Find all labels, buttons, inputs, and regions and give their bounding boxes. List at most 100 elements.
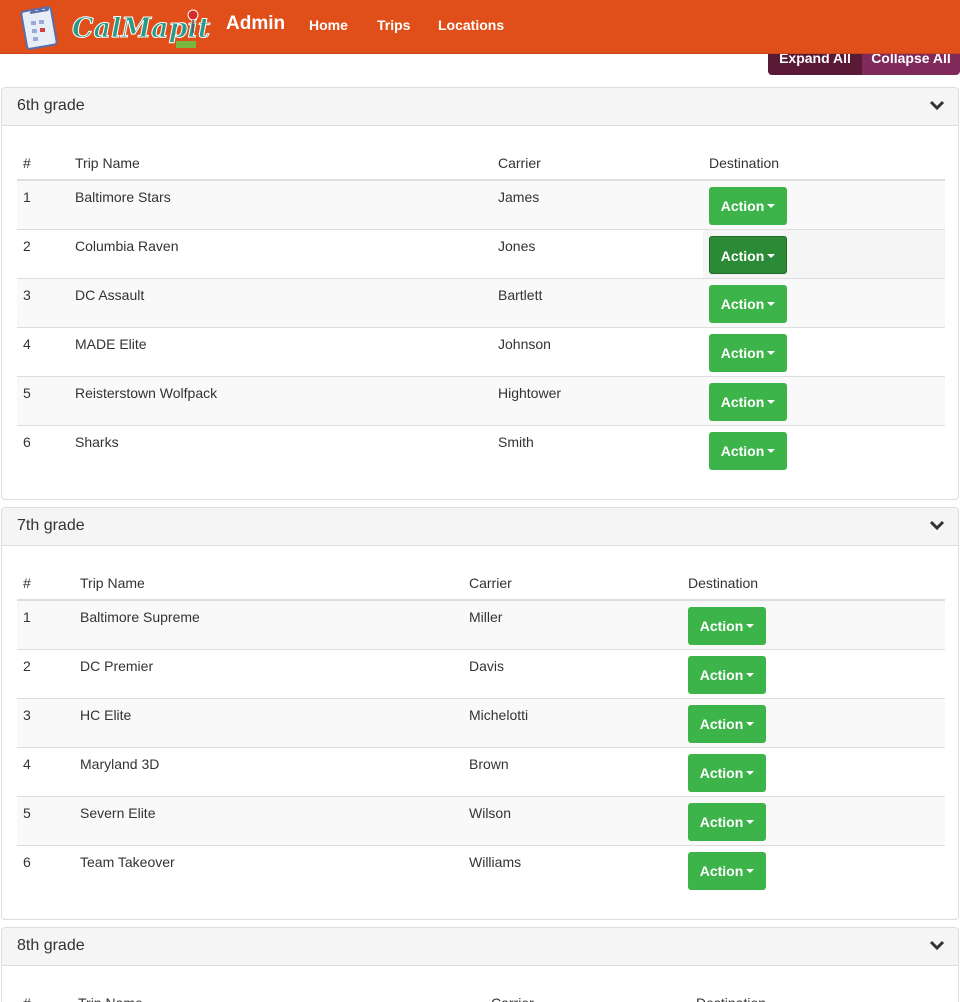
trip-name: Severn Elite xyxy=(74,795,463,845)
column-header-carrier: Carrier xyxy=(463,567,682,601)
table-row: 2 Columbia Raven Jones Action xyxy=(17,228,945,278)
chevron-down-icon[interactable] xyxy=(929,519,945,531)
action-button[interactable]: Action xyxy=(709,284,787,323)
grade-panel-6th: 6th grade # Trip Name Carrier Destinatio… xyxy=(1,87,959,500)
row-number: 1 xyxy=(17,599,74,649)
table-row: 6 Sharks Smith Action xyxy=(17,424,945,474)
caret-down-icon xyxy=(767,448,776,453)
row-number: 4 xyxy=(17,326,69,376)
brand-title[interactable]: Admin xyxy=(226,13,285,35)
carrier: Bartlett xyxy=(492,277,703,327)
destination-cell: Action xyxy=(703,277,945,327)
column-header-number: # xyxy=(17,567,74,601)
caret-down-icon xyxy=(767,253,776,258)
caret-down-icon xyxy=(767,204,776,209)
destination-cell: Action xyxy=(703,228,945,278)
column-header-number: # xyxy=(17,147,69,181)
calmapit-logo[interactable]: CalMapit xyxy=(18,3,218,51)
action-button[interactable]: Action xyxy=(709,187,787,225)
row-number: 6 xyxy=(17,844,74,894)
panel-heading[interactable]: 8th grade xyxy=(2,928,958,966)
trip-name: Columbia Raven xyxy=(69,228,492,278)
row-number: 3 xyxy=(17,697,74,747)
row-number: 6 xyxy=(17,424,69,474)
trip-name: Baltimore Supreme xyxy=(74,599,463,649)
destination-cell: Action xyxy=(682,697,945,747)
column-header-number: # xyxy=(17,987,72,1002)
nav-link-trips[interactable]: Trips xyxy=(377,17,410,33)
caret-down-icon xyxy=(746,770,755,775)
trip-name: Maryland 3D xyxy=(74,746,463,796)
destination-cell: Action xyxy=(703,375,945,425)
destination-cell: Action xyxy=(682,648,945,698)
action-button[interactable]: Action xyxy=(709,235,787,274)
panel-heading[interactable]: 6th grade xyxy=(2,88,958,126)
carrier: Davis xyxy=(463,648,682,698)
table-row: 3 HC Elite Michelotti Action xyxy=(17,697,945,747)
action-button[interactable]: Action xyxy=(688,753,766,792)
action-button[interactable]: Action xyxy=(688,851,766,890)
trips-table: # Trip Name Carrier Destination 1 Baltim… xyxy=(17,567,945,894)
column-header-trip-name: Trip Name xyxy=(72,987,485,1002)
caret-down-icon xyxy=(767,350,776,355)
action-button[interactable]: Action xyxy=(688,802,766,841)
table-row: 1 Baltimore Stars James Action xyxy=(17,179,945,229)
destination-cell: Action xyxy=(682,599,945,649)
trip-name: MADE Elite xyxy=(69,326,492,376)
chevron-down-icon[interactable] xyxy=(929,939,945,951)
trip-name: Sharks xyxy=(69,424,492,474)
table-row: 2 DC Premier Davis Action xyxy=(17,648,945,698)
column-header-trip-name: Trip Name xyxy=(74,567,463,601)
table-row: 4 MADE Elite Johnson Action xyxy=(17,326,945,376)
chevron-down-icon[interactable] xyxy=(929,99,945,111)
panel-title: 8th grade xyxy=(17,937,85,954)
trip-name: HC Elite xyxy=(74,697,463,747)
table-row: 4 Maryland 3D Brown Action xyxy=(17,746,945,796)
destination-cell: Action xyxy=(703,424,945,474)
trips-table: # Trip Name Carrier Destination xyxy=(17,987,945,1002)
destination-cell: Action xyxy=(682,844,945,894)
trip-name: Team Takeover xyxy=(74,844,463,894)
action-button[interactable]: Action xyxy=(688,607,766,645)
carrier: Michelotti xyxy=(463,697,682,747)
row-number: 4 xyxy=(17,746,74,796)
trip-name: DC Premier xyxy=(74,648,463,698)
row-number: 2 xyxy=(17,228,69,278)
navbar-overlap xyxy=(760,0,960,54)
destination-cell: Action xyxy=(703,179,945,229)
caret-down-icon xyxy=(767,301,776,306)
column-header-destination: Destination xyxy=(690,987,945,1002)
caret-down-icon xyxy=(746,624,755,629)
panel-title: 7th grade xyxy=(17,517,85,534)
nav-link-locations[interactable]: Locations xyxy=(438,17,504,33)
action-button[interactable]: Action xyxy=(688,704,766,743)
action-button[interactable]: Action xyxy=(709,333,787,372)
panel-title: 6th grade xyxy=(17,97,85,114)
trip-name: Baltimore Stars xyxy=(69,179,492,229)
destination-cell: Action xyxy=(703,326,945,376)
caret-down-icon xyxy=(746,868,755,873)
table-row: 5 Reisterstown Wolfpack Hightower Action xyxy=(17,375,945,425)
table-row: 6 Team Takeover Williams Action xyxy=(17,844,945,894)
grade-panel-8th: 8th grade # Trip Name Carrier Destinatio… xyxy=(1,927,959,1002)
action-button[interactable]: Action xyxy=(709,382,787,421)
caret-down-icon xyxy=(746,819,755,824)
table-row: 1 Baltimore Supreme Miller Action xyxy=(17,599,945,649)
row-number: 5 xyxy=(17,795,74,845)
column-header-trip-name: Trip Name xyxy=(69,147,492,181)
row-number: 5 xyxy=(17,375,69,425)
trip-name: DC Assault xyxy=(69,277,492,327)
carrier: Wilson xyxy=(463,795,682,845)
caret-down-icon xyxy=(746,721,755,726)
carrier: Johnson xyxy=(492,326,703,376)
caret-down-icon xyxy=(746,672,755,677)
action-button[interactable]: Action xyxy=(709,431,787,470)
action-button[interactable]: Action xyxy=(688,655,766,694)
nav-link-home[interactable]: Home xyxy=(309,17,348,33)
column-header-carrier: Carrier xyxy=(492,147,703,181)
table-row: 5 Severn Elite Wilson Action xyxy=(17,795,945,845)
destination-cell: Action xyxy=(682,795,945,845)
panel-heading[interactable]: 7th grade xyxy=(2,508,958,546)
carrier: Miller xyxy=(463,599,682,649)
column-header-destination: Destination xyxy=(703,147,945,181)
